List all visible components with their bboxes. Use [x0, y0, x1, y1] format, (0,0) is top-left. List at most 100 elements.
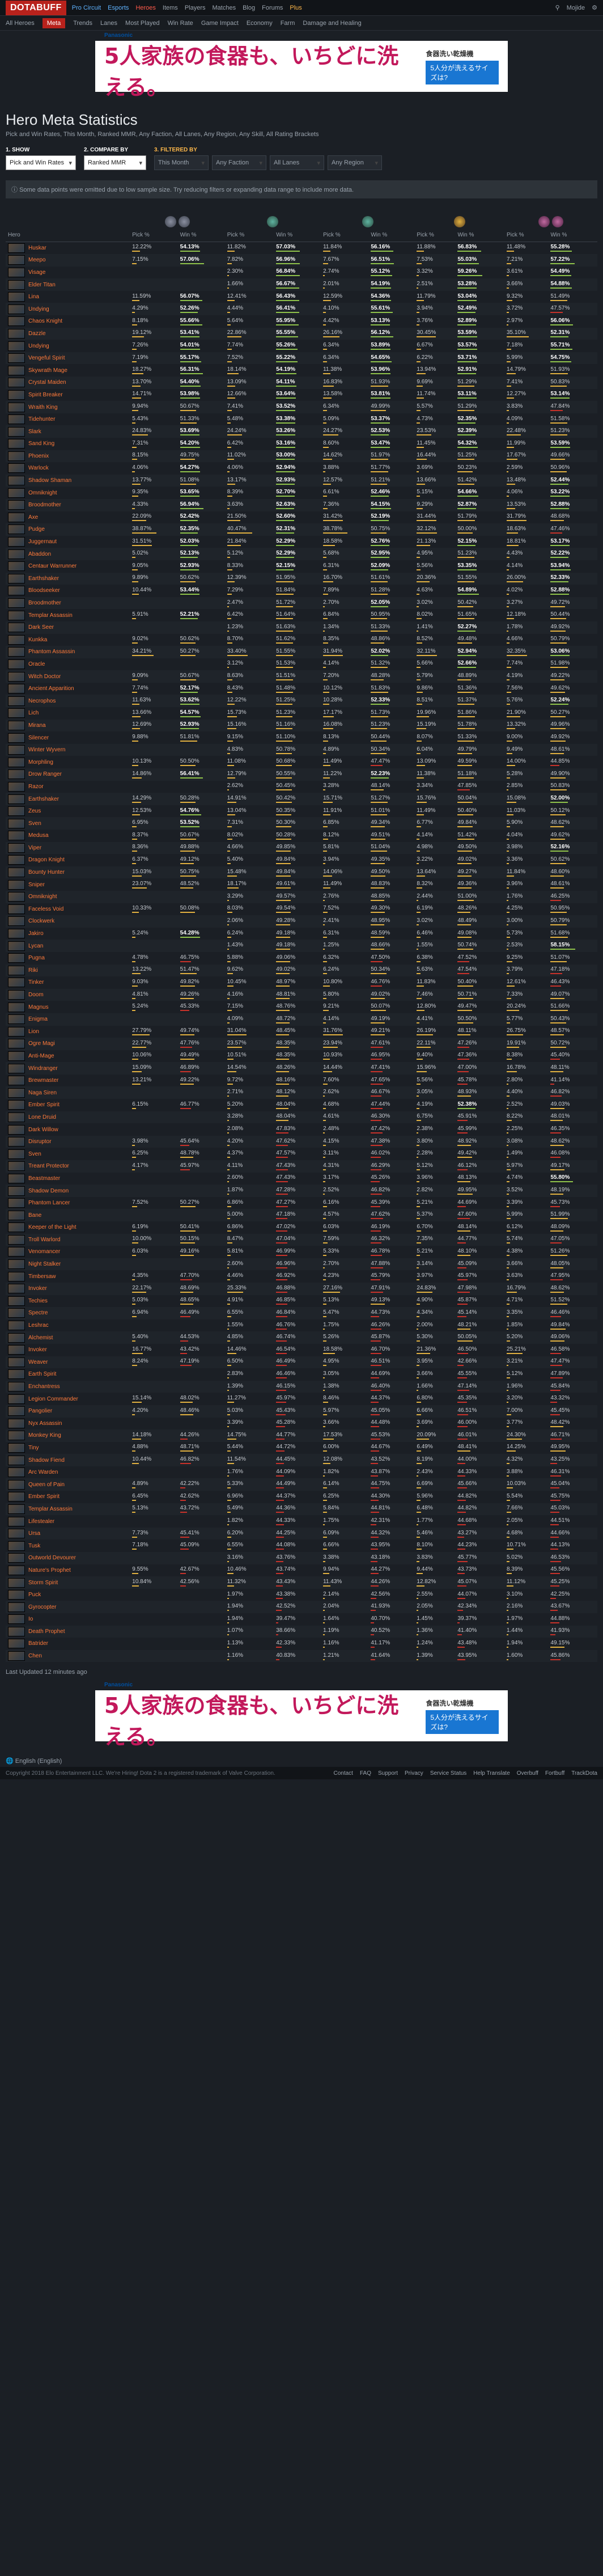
hero-name[interactable]: Bloodseeker: [28, 587, 60, 594]
hero-portrait[interactable]: [8, 1602, 25, 1612]
hero-name[interactable]: Legion Commander: [28, 1396, 78, 1402]
hero-name[interactable]: Tusk: [28, 1543, 40, 1549]
hero-name[interactable]: Riki: [28, 967, 38, 974]
hero-cell[interactable]: Bane: [6, 1209, 130, 1221]
hero-name[interactable]: Earthshaker: [28, 576, 59, 582]
hero-name[interactable]: Alchemist: [28, 1335, 53, 1341]
hero-cell[interactable]: Outworld Devourer: [6, 1552, 130, 1564]
hero-name[interactable]: Phantom Lancer: [28, 1200, 70, 1206]
footer-link-faq[interactable]: FAQ: [360, 1770, 371, 1776]
col-pick-2[interactable]: Pick %: [321, 229, 369, 242]
hero-cell[interactable]: Disruptor: [6, 1136, 130, 1148]
hero-portrait[interactable]: [8, 316, 25, 327]
hero-portrait[interactable]: [8, 1039, 25, 1049]
col-pick-1[interactable]: Pick %: [224, 229, 274, 242]
hero-portrait[interactable]: [8, 965, 25, 975]
hero-cell[interactable]: Puck: [6, 1589, 130, 1601]
hero-cell[interactable]: Naga Siren: [6, 1086, 130, 1099]
hero-portrait[interactable]: [8, 745, 25, 755]
hero-name[interactable]: Abaddon: [28, 551, 51, 557]
hero-cell[interactable]: Clockwerk: [6, 915, 130, 928]
hero-portrait[interactable]: [8, 1614, 25, 1625]
hero-cell[interactable]: Ember Spirit: [6, 1491, 130, 1503]
hero-cell[interactable]: Pangolier: [6, 1405, 130, 1418]
hero-portrait[interactable]: [8, 953, 25, 963]
hero-cell[interactable]: Undying: [6, 303, 130, 315]
hero-name[interactable]: Death Prophet: [28, 1628, 65, 1635]
hero-portrait[interactable]: [8, 1418, 25, 1428]
hero-name[interactable]: Necrophos: [28, 698, 56, 704]
hero-portrait[interactable]: [8, 916, 25, 927]
hero-portrait[interactable]: [8, 1100, 25, 1110]
hero-name[interactable]: Centaur Warrunner: [28, 563, 77, 569]
hero-cell[interactable]: Broodmother: [6, 597, 130, 610]
hero-portrait[interactable]: [8, 500, 25, 510]
hero-portrait[interactable]: [8, 378, 25, 388]
hero-portrait[interactable]: [8, 586, 25, 596]
hero-name[interactable]: Earth Spirit: [28, 1371, 56, 1377]
hero-name[interactable]: Undying: [28, 343, 49, 349]
hero-name[interactable]: Monkey King: [28, 1432, 61, 1439]
hero-portrait[interactable]: [8, 1247, 25, 1257]
hero-cell[interactable]: Meepo: [6, 254, 130, 267]
hero-name[interactable]: Storm Spirit: [28, 1580, 58, 1586]
hero-portrait[interactable]: [8, 1455, 25, 1465]
hero-cell[interactable]: Tinker: [6, 976, 130, 989]
hero-name[interactable]: Night Stalker: [28, 1261, 61, 1267]
hero-portrait[interactable]: [8, 978, 25, 988]
hero-portrait[interactable]: [8, 806, 25, 817]
hero-portrait[interactable]: [8, 1308, 25, 1318]
hero-portrait[interactable]: [8, 818, 25, 828]
hero-name[interactable]: Troll Warlord: [28, 1237, 60, 1243]
hero-cell[interactable]: Shadow Demon: [6, 1185, 130, 1197]
hero-cell[interactable]: Dark Willow: [6, 1123, 130, 1136]
hero-cell[interactable]: Phantom Lancer: [6, 1197, 130, 1209]
hero-portrait[interactable]: [8, 1651, 25, 1661]
hero-name[interactable]: Earthshaker: [28, 796, 59, 802]
footer-link-trackdota[interactable]: TrackDota: [571, 1770, 597, 1776]
footer-link-fortbuff[interactable]: Fortbuff: [545, 1770, 564, 1776]
hero-cell[interactable]: Techies: [6, 1295, 130, 1308]
hero-cell[interactable]: Jakiro: [6, 928, 130, 940]
hero-name[interactable]: Techies: [28, 1298, 48, 1304]
hero-cell[interactable]: Viper: [6, 842, 130, 855]
hero-portrait[interactable]: [8, 879, 25, 890]
hero-portrait[interactable]: [8, 561, 25, 572]
hero-name[interactable]: Beastmaster: [28, 1175, 60, 1182]
hero-portrait[interactable]: [8, 1357, 25, 1367]
hero-portrait[interactable]: [8, 1369, 25, 1380]
hero-name[interactable]: Winter Wyvern: [28, 747, 65, 753]
col-win-0[interactable]: Win %: [177, 229, 225, 242]
col-win-3[interactable]: Win %: [455, 229, 504, 242]
subnav-economy[interactable]: Economy: [247, 20, 273, 27]
hero-name[interactable]: Invoker: [28, 1285, 47, 1292]
hero-name[interactable]: Lina: [28, 294, 39, 300]
hero-name[interactable]: Kunkka: [28, 637, 47, 643]
hero-portrait[interactable]: [8, 1431, 25, 1441]
hero-name[interactable]: Phoenix: [28, 453, 49, 459]
hero-cell[interactable]: Broodmother: [6, 499, 130, 511]
hero-portrait[interactable]: [8, 1626, 25, 1636]
hero-portrait[interactable]: [8, 1394, 25, 1404]
hero-cell[interactable]: Axe: [6, 511, 130, 524]
hero-cell[interactable]: Troll Warlord: [6, 1234, 130, 1246]
nav-item-pro-circuit[interactable]: Pro Circuit: [72, 5, 101, 11]
hero-portrait[interactable]: [8, 1223, 25, 1233]
hero-cell[interactable]: Bloodseeker: [6, 585, 130, 597]
footer-link-contact[interactable]: Contact: [334, 1770, 353, 1776]
hero-cell[interactable]: Riki: [6, 965, 130, 977]
hero-name[interactable]: Witch Doctor: [28, 674, 61, 680]
hero-portrait[interactable]: [8, 794, 25, 804]
hero-portrait[interactable]: [8, 1492, 25, 1502]
nav-item-blog[interactable]: Blog: [243, 5, 255, 11]
hero-portrait[interactable]: [8, 402, 25, 412]
hero-name[interactable]: Jakiro: [28, 930, 44, 937]
hero-cell[interactable]: Silencer: [6, 731, 130, 744]
hero-portrait[interactable]: [8, 365, 25, 375]
hero-cell[interactable]: Queen of Pain: [6, 1478, 130, 1491]
hero-name[interactable]: Sniper: [28, 882, 45, 888]
hero-portrait[interactable]: [8, 1541, 25, 1551]
hero-portrait[interactable]: [8, 843, 25, 853]
hero-name[interactable]: Weaver: [28, 1359, 48, 1365]
col-hero[interactable]: Hero: [6, 229, 130, 242]
